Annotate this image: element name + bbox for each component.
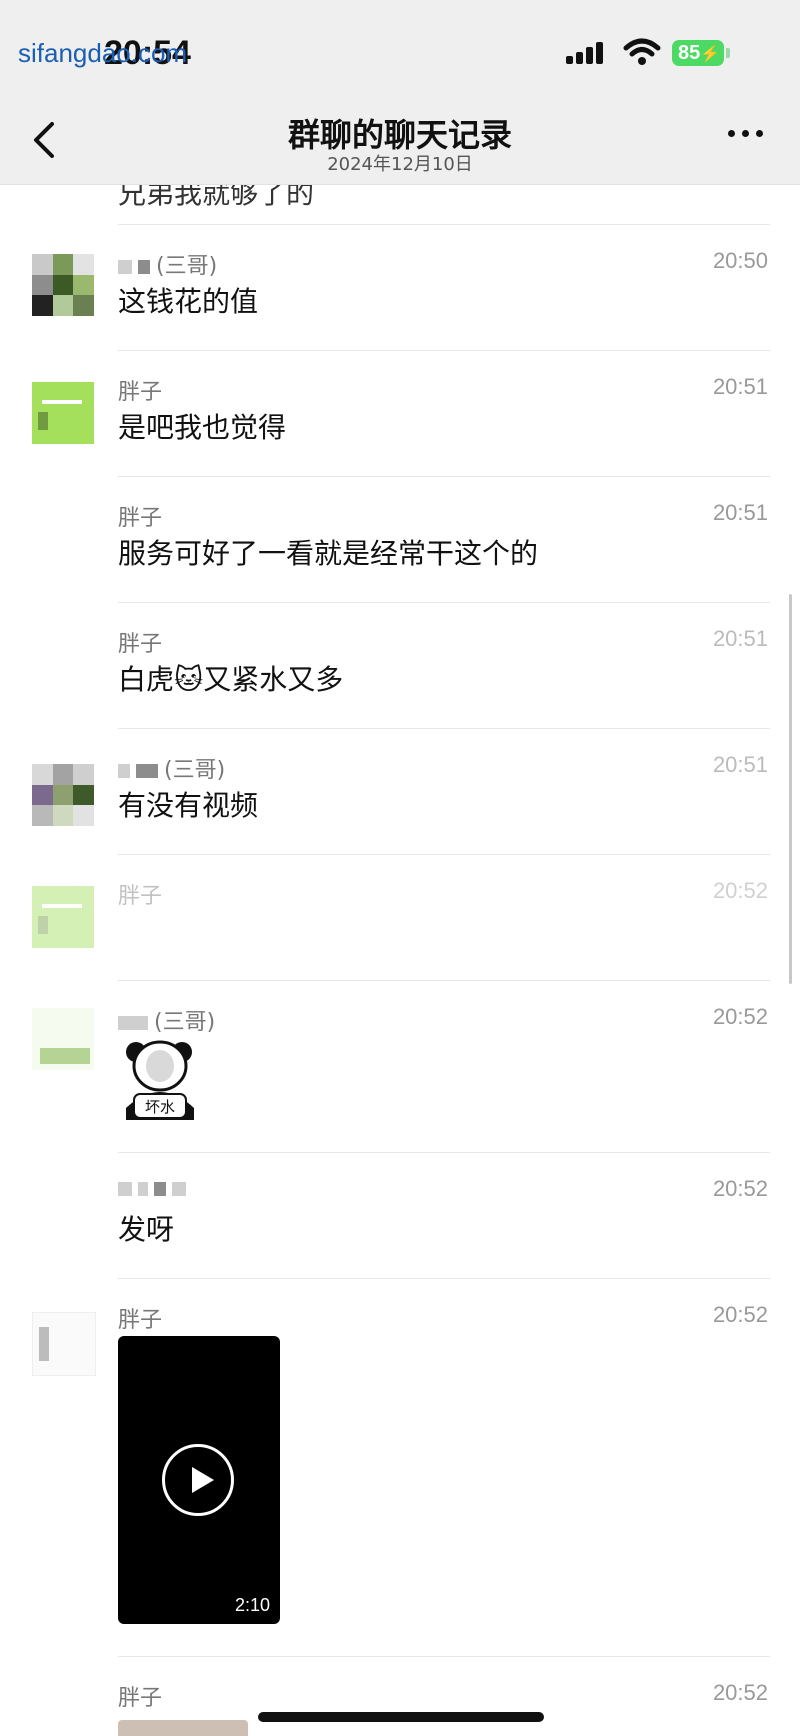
message-time: 20:51 — [712, 626, 768, 651]
list-item[interactable]: 胖子 20:52 2:10 — [0, 1278, 800, 1656]
list-item[interactable]: (三哥) 20:50 这钱花的值 — [0, 224, 800, 350]
home-indicator[interactable] — [258, 1712, 544, 1722]
more-options-icon[interactable] — [728, 130, 768, 142]
partial-message-text: 兄弟我就够了的 — [118, 184, 315, 210]
sender-name: 胖子 — [118, 380, 163, 405]
sender-name: 胖子 — [118, 1308, 163, 1333]
sticker-label: 坏水 — [145, 1098, 175, 1116]
avatar — [32, 764, 94, 826]
avatar — [32, 1312, 96, 1376]
sender-name: 胖子 — [118, 884, 163, 909]
message-text: 白虎🐱又紧水又多 — [118, 663, 344, 696]
avatar — [32, 886, 94, 948]
list-item[interactable]: 20:52 发呀 — [0, 1152, 800, 1278]
message-time: 20:51 — [712, 500, 768, 525]
message-text: 这钱花的值 — [118, 285, 259, 318]
battery-tip — [726, 48, 730, 58]
message-text: 是吧我也觉得 — [118, 411, 287, 444]
list-item[interactable]: 胖子 20:51 是吧我也觉得 — [0, 350, 800, 476]
cellular-signal-icon — [566, 40, 610, 64]
sender-name: (三哥) — [118, 752, 225, 784]
avatar — [32, 1008, 94, 1070]
nav-bar: 群聊的聊天记录 2024年12月10日 — [0, 100, 800, 185]
sender-name: (三哥) — [118, 1004, 215, 1036]
battery-level: 85 — [678, 42, 701, 64]
battery-icon: 85⚡ — [672, 40, 724, 66]
video-message[interactable]: 2:10 — [118, 1336, 280, 1624]
message-time: 20:50 — [712, 248, 768, 273]
message-time: 20:52 — [712, 1176, 768, 1201]
message-time: 20:52 — [712, 878, 768, 903]
sender-name: 胖子 — [118, 506, 163, 531]
message-text: 有没有视频 — [118, 789, 259, 822]
video-duration: 2:10 — [234, 1595, 270, 1615]
image-thumbnail[interactable] — [118, 1720, 248, 1736]
list-item[interactable]: 胖子 20:51 白虎🐱又紧水又多 — [0, 602, 800, 728]
watermark: sifangdao.com — [18, 38, 188, 68]
sender-name: 胖子 — [118, 1686, 163, 1711]
sender-name: (三哥) — [118, 248, 217, 280]
sender-name — [118, 1176, 192, 1201]
message-time: 20:52 — [712, 1680, 768, 1705]
list-item[interactable]: (三哥) 20:52 坏水 — [0, 980, 800, 1152]
panda-sticker-icon: 坏水 — [126, 1040, 194, 1120]
avatar — [32, 382, 94, 444]
message-time: 20:51 — [712, 374, 768, 399]
message-text: 发呀 — [118, 1213, 175, 1246]
list-item[interactable]: (三哥) 20:51 有没有视频 — [0, 728, 800, 854]
play-icon[interactable] — [162, 1444, 234, 1516]
message-time: 20:51 — [712, 752, 768, 777]
scrollbar[interactable] — [789, 594, 792, 984]
avatar — [32, 254, 94, 316]
page-subtitle-date: 2024年12月10日 — [327, 154, 473, 175]
list-item[interactable]: 胖子 20:51 服务可好了一看就是经常干这个的 — [0, 476, 800, 602]
message-time: 20:52 — [712, 1302, 768, 1327]
sender-name: 胖子 — [118, 632, 163, 657]
chat-history-list[interactable]: 兄弟我就够了的 (三哥) 20:50 这钱花的值 胖子 20:51 是吧我也觉得… — [0, 184, 800, 1736]
message-time: 20:52 — [712, 1004, 768, 1029]
list-item[interactable]: 胖子 20:52 — [0, 854, 800, 980]
wifi-icon — [623, 38, 661, 65]
message-text: 服务可好了一看就是经常干这个的 — [118, 537, 539, 570]
